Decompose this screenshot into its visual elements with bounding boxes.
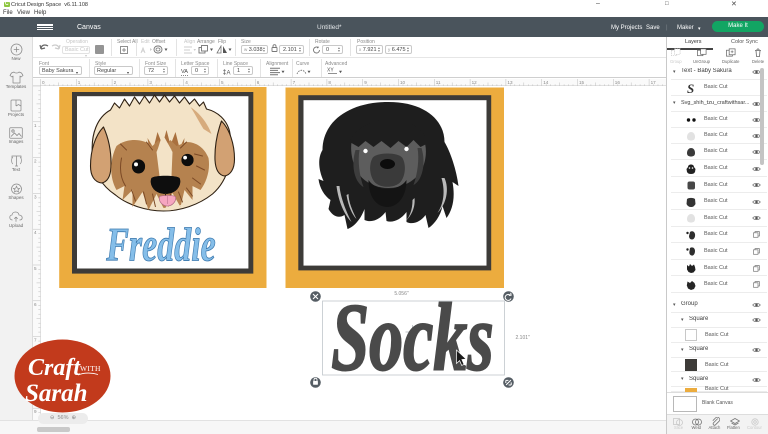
- svg-text:A: A: [227, 70, 231, 76]
- svg-text:0: 0: [42, 80, 45, 85]
- svg-text:5.056": 5.056": [394, 291, 409, 297]
- svg-text:1: 1: [34, 123, 37, 128]
- svg-text:WITH: WITH: [80, 364, 101, 373]
- svg-text:10: 10: [400, 80, 406, 85]
- svg-text:2: 2: [34, 159, 37, 164]
- svg-text:3: 3: [34, 194, 37, 199]
- svg-text:1: 1: [78, 80, 81, 85]
- svg-text:XY: XY: [327, 68, 334, 74]
- svg-text:2.101": 2.101": [515, 335, 530, 341]
- svg-text:4: 4: [185, 80, 188, 85]
- svg-text:17: 17: [651, 80, 657, 85]
- svg-text:6: 6: [34, 302, 37, 307]
- svg-text:11: 11: [436, 80, 441, 85]
- svg-text:Craft: Craft: [28, 355, 81, 381]
- svg-text:Socks: Socks: [331, 285, 493, 391]
- svg-text:3: 3: [149, 80, 152, 85]
- svg-text:5: 5: [34, 266, 37, 271]
- svg-text:2: 2: [114, 80, 117, 85]
- svg-text:6: 6: [257, 80, 260, 85]
- svg-text:5: 5: [221, 80, 224, 85]
- svg-text:15: 15: [579, 80, 585, 85]
- svg-text:12: 12: [472, 80, 478, 85]
- svg-text:9: 9: [364, 80, 367, 85]
- svg-text:4: 4: [34, 230, 37, 235]
- svg-text:8: 8: [328, 80, 331, 85]
- svg-text:Freddie: Freddie: [105, 218, 215, 271]
- svg-text:Sarah: Sarah: [25, 380, 88, 407]
- svg-text:13: 13: [507, 80, 513, 85]
- svg-text:14: 14: [543, 80, 549, 85]
- svg-text:16: 16: [615, 80, 621, 85]
- svg-text:7: 7: [293, 80, 296, 85]
- svg-text:S: S: [687, 82, 694, 94]
